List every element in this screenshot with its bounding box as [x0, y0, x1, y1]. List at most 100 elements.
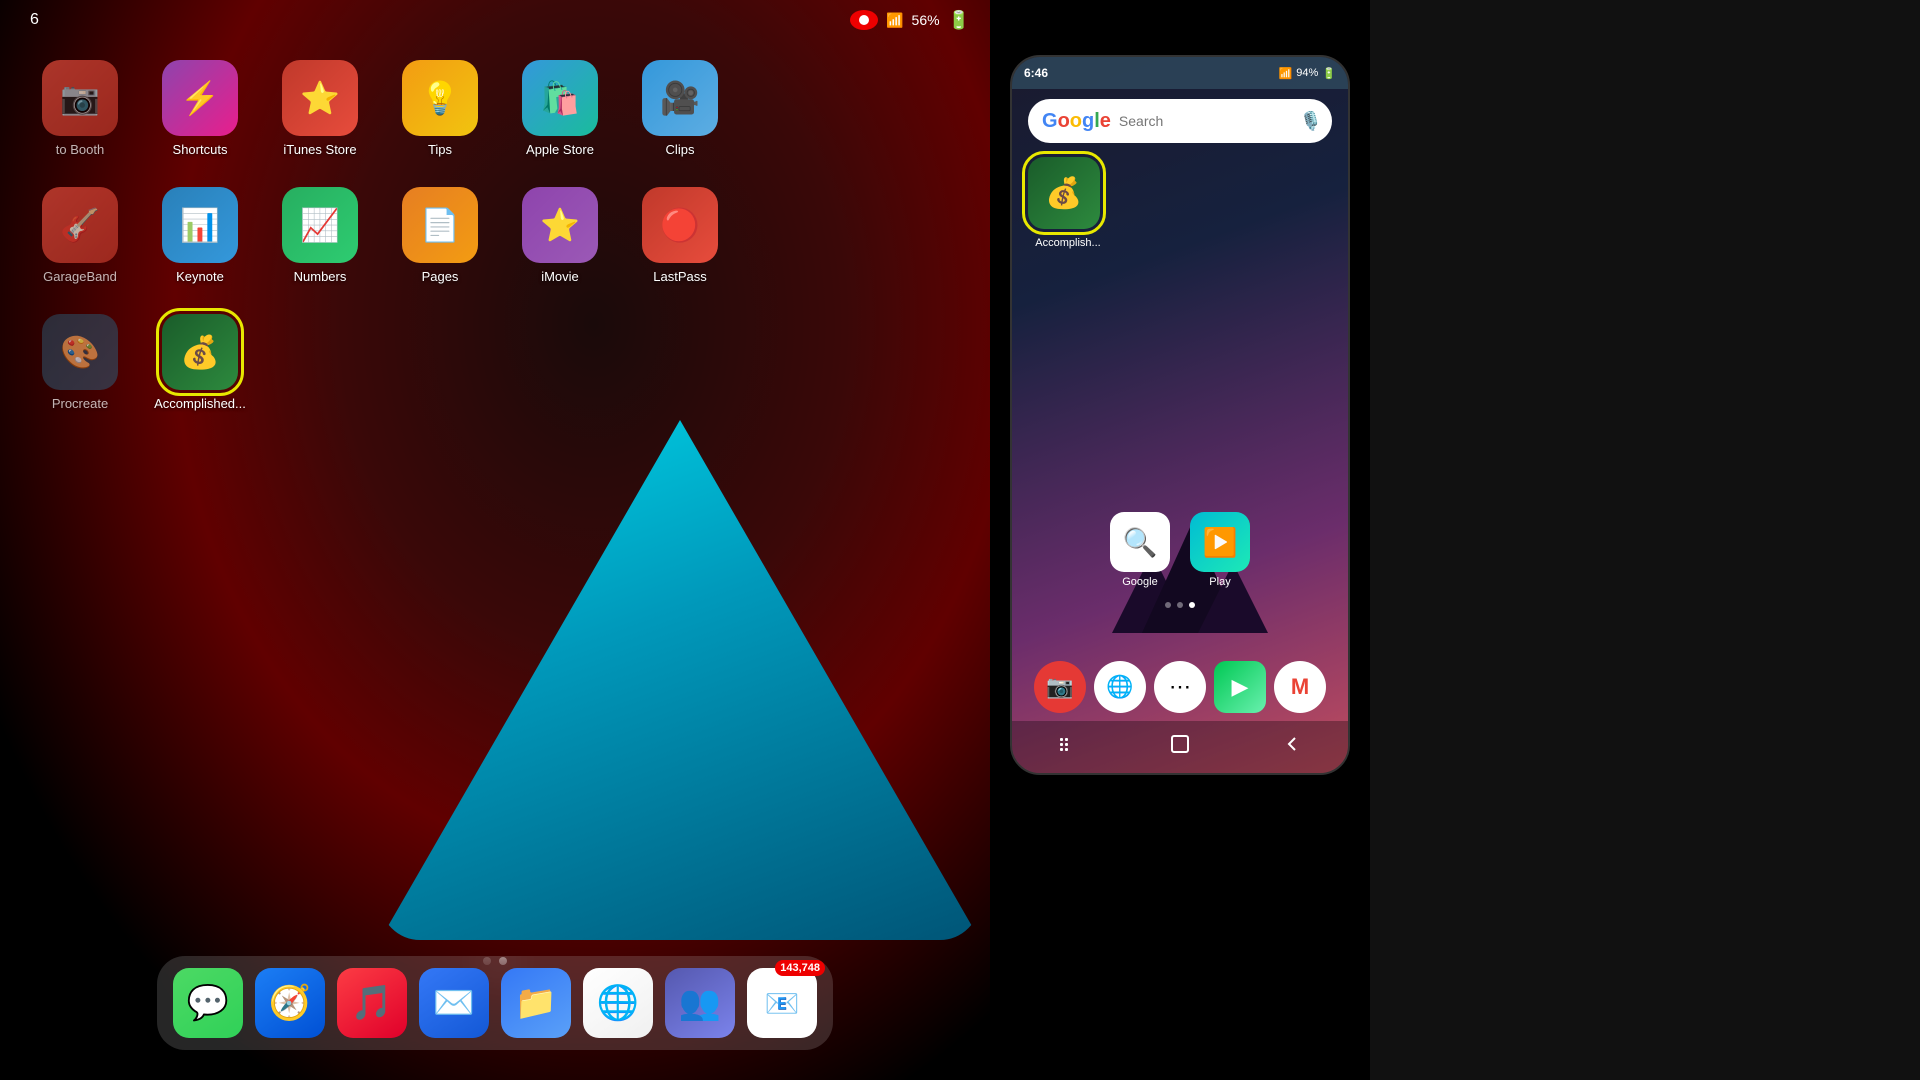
right-background: [1370, 0, 1920, 1080]
dock-files[interactable]: 📁: [501, 968, 571, 1038]
app-clips[interactable]: 🎥 Clips: [630, 60, 730, 157]
android-dock: 📷 🌐 ⋯ ▶ M: [1022, 661, 1338, 713]
garageband-icon: 🎸: [42, 187, 118, 263]
android-battery-icon: 🔋: [1322, 67, 1336, 80]
android-phone: 6:46 📶 94% 🔋 Google 🎙️ 💰 Accomplish... 🔍…: [1010, 55, 1350, 775]
imovie-label: iMovie: [541, 269, 579, 284]
app-row-1: 📷 to Booth ⚡ Shortcuts ⭐ iTunes Store 💡: [60, 60, 930, 157]
app-apple-store[interactable]: 🛍️ Apple Store: [510, 60, 610, 157]
app-pages[interactable]: 📄 Pages: [390, 187, 490, 284]
android-dock-apps[interactable]: ⋯: [1154, 661, 1206, 713]
app-imovie[interactable]: ⭐ iMovie: [510, 187, 610, 284]
dock-chrome[interactable]: 🌐: [583, 968, 653, 1038]
android-dock-camera[interactable]: 📷: [1034, 661, 1086, 713]
record-dot: [859, 15, 869, 25]
itunes-icon: ⭐: [282, 60, 358, 136]
tips-emoji: 💡: [420, 79, 460, 117]
microphone-icon[interactable]: 🎙️: [1300, 111, 1322, 132]
app-row-3: 🎨 Procreate 💰 Accomplished...: [60, 314, 930, 411]
battery-indicator: 56%: [912, 12, 940, 28]
music-emoji: 🎵: [351, 983, 393, 1023]
pages-icon: 📄: [402, 187, 478, 263]
nav-back-button[interactable]: [1274, 726, 1310, 768]
camera-emoji: 📷: [1046, 674, 1073, 700]
android-status-right: 📶 94% 🔋: [1279, 67, 1336, 80]
android-search-bar[interactable]: Google 🎙️: [1028, 99, 1332, 143]
app-row-2: 🎸 GarageBand 📊 Keynote 📈 Numbers 📄: [60, 187, 930, 284]
record-button[interactable]: [850, 10, 878, 30]
battery-icon: 🔋: [948, 10, 970, 31]
safari-emoji: 🧭: [269, 983, 311, 1023]
dock-safari[interactable]: 🧭: [255, 968, 325, 1038]
app-keynote[interactable]: 📊 Keynote: [150, 187, 250, 284]
garageband-label: GarageBand: [43, 269, 117, 284]
android-dock-playstore[interactable]: ▶: [1214, 661, 1266, 713]
dock-teams[interactable]: 👥: [665, 968, 735, 1038]
app-garageband[interactable]: 🎸 GarageBand: [30, 187, 130, 284]
app-shortcuts[interactable]: ⚡ Shortcuts: [150, 60, 250, 157]
imovie-emoji: ⭐: [540, 206, 580, 244]
keynote-emoji: 📊: [180, 206, 220, 244]
android-dot-1[interactable]: [1165, 602, 1171, 608]
android-dock-chrome[interactable]: 🌐: [1094, 661, 1146, 713]
android-status-bar: 6:46 📶 94% 🔋: [1012, 57, 1348, 89]
nav-home-button[interactable]: [1161, 725, 1199, 769]
wifi-icon: 📶: [886, 12, 903, 29]
chrome-emoji-android: 🌐: [1106, 674, 1133, 700]
app-grid: 📷 to Booth ⚡ Shortcuts ⭐ iTunes Store 💡: [0, 60, 990, 441]
accomplished-android-app[interactable]: 💰 Accomplish...: [1028, 157, 1108, 251]
android-dot-2[interactable]: [1177, 602, 1183, 608]
android-dot-3[interactable]: [1189, 602, 1195, 608]
status-icons: 📶 56% 🔋: [850, 10, 970, 31]
app-lastpass[interactable]: 🔴 LastPass: [630, 187, 730, 284]
photo-booth-icon: 📷: [42, 60, 118, 136]
numbers-icon: 📈: [282, 187, 358, 263]
numbers-emoji: 📈: [300, 206, 340, 244]
accomplished-android-label: Accomplish...: [1035, 237, 1100, 249]
dock-mail[interactable]: ✉️: [419, 968, 489, 1038]
shortcuts-icon: ⚡: [162, 60, 238, 136]
android-app-google[interactable]: 🔍 Google: [1110, 512, 1170, 588]
itunes-emoji: ⭐: [300, 79, 340, 117]
app-accomplished[interactable]: 💰 Accomplished...: [150, 314, 250, 411]
shortcuts-emoji: ⚡: [180, 79, 220, 117]
google-logo: Google: [1042, 110, 1111, 133]
dock-gmail[interactable]: 📧 143,748: [747, 968, 817, 1038]
lastpass-icon: 🔴: [642, 187, 718, 263]
procreate-emoji: 🎨: [60, 333, 100, 371]
dock-messages[interactable]: 💬: [173, 968, 243, 1038]
apple-store-emoji: 🛍️: [540, 79, 580, 117]
accomplished-emoji: 💰: [180, 333, 220, 371]
gmail-letter: M: [1291, 674, 1309, 700]
dock-music[interactable]: 🎵: [337, 968, 407, 1038]
clips-label: Clips: [666, 142, 695, 157]
lastpass-emoji: 🔴: [660, 206, 700, 244]
app-numbers[interactable]: 📈 Numbers: [270, 187, 370, 284]
app-tips[interactable]: 💡 Tips: [390, 60, 490, 157]
ipad-screen: 6 📶 56% 🔋 📷 to Booth ⚡ Sho: [0, 0, 990, 1080]
clips-emoji: 🎥: [660, 79, 700, 117]
files-emoji: 📁: [515, 983, 557, 1023]
apple-store-icon: 🛍️: [522, 60, 598, 136]
google-app-label: Google: [1122, 576, 1157, 588]
android-dock-gmail[interactable]: M: [1274, 661, 1326, 713]
gmail-emoji: 📧: [765, 987, 800, 1020]
apps-grid-emoji: ⋯: [1169, 674, 1191, 700]
play-app-icon: ▶️: [1190, 512, 1250, 572]
android-battery: 94%: [1296, 67, 1318, 79]
app-itunes-store[interactable]: ⭐ iTunes Store: [270, 60, 370, 157]
android-app-play[interactable]: ▶️ Play: [1190, 512, 1250, 588]
nav-menu-button[interactable]: [1050, 726, 1086, 768]
shortcuts-label: Shortcuts: [173, 142, 228, 157]
app-photo-booth[interactable]: 📷 to Booth: [30, 60, 130, 157]
android-search-input[interactable]: [1119, 99, 1300, 143]
android-apps-row: 🔍 Google ▶️ Play: [1028, 512, 1332, 588]
pages-label: Pages: [422, 269, 459, 284]
play-app-label: Play: [1209, 576, 1230, 588]
android-nav-bar: [1012, 721, 1348, 773]
mail-emoji: ✉️: [433, 983, 475, 1023]
tips-label: Tips: [428, 142, 452, 157]
app-procreate[interactable]: 🎨 Procreate: [30, 314, 130, 411]
ipad-dock: 💬 🧭 🎵 ✉️ 📁 🌐 👥 📧 143,748: [157, 956, 833, 1050]
photo-booth-emoji: 📷: [60, 79, 100, 117]
